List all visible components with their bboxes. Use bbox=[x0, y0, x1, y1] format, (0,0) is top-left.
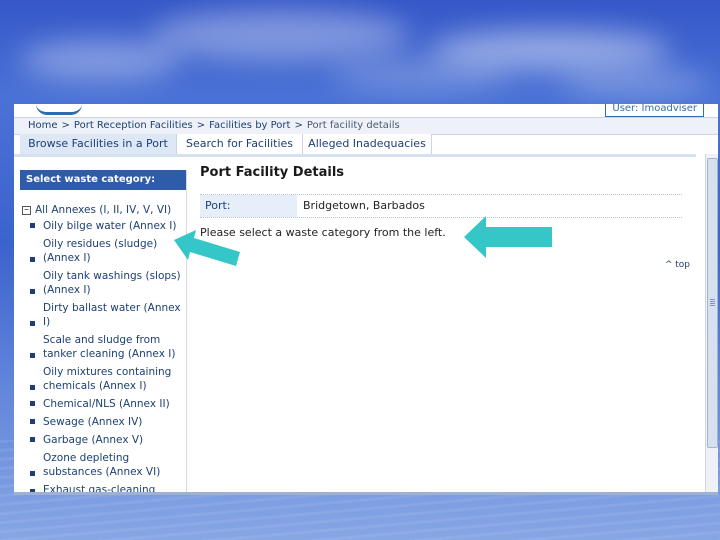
vertical-scrollbar[interactable] bbox=[705, 154, 718, 492]
bullet-icon bbox=[30, 321, 35, 326]
arrow-shape bbox=[174, 230, 240, 266]
back-to-top-link[interactable]: ^ top bbox=[665, 260, 690, 270]
category-item-scale-and-sludge[interactable]: Scale and sludge from tanker cleaning (A… bbox=[20, 333, 186, 361]
bullet-icon bbox=[30, 353, 35, 358]
sky-cloud bbox=[20, 40, 180, 80]
category-item-sewage[interactable]: Sewage (Annex IV) bbox=[20, 415, 186, 429]
instruction-text: Please select a waste category from the … bbox=[200, 226, 446, 239]
category-list: Oily bilge water (Annex I) Oily residues… bbox=[20, 219, 186, 492]
port-row: Port: Bridgetown, Barbados bbox=[200, 194, 682, 218]
sky-cloud bbox=[150, 10, 410, 60]
tab-bar: Browse Facilities in a Port Search for F… bbox=[14, 134, 696, 157]
breadcrumb-facilities-by-port[interactable]: Facilities by Port bbox=[209, 120, 290, 131]
port-value: Bridgetown, Barbados bbox=[303, 199, 425, 212]
tree-root-all-annexes[interactable]: − All Annexes (I, II, IV, V, VI) bbox=[20, 203, 186, 217]
callout-arrow-left-icon bbox=[174, 230, 240, 266]
page-title: Port Facility Details bbox=[200, 165, 345, 180]
port-label: Port: bbox=[200, 195, 297, 217]
bullet-icon bbox=[30, 289, 35, 294]
tab-alleged-inadequacies[interactable]: Alleged Inadequacies bbox=[303, 134, 432, 154]
category-item-garbage[interactable]: Garbage (Annex V) bbox=[20, 433, 186, 447]
breadcrumb-port-reception[interactable]: Port Reception Facilities bbox=[74, 120, 193, 131]
category-item-dirty-ballast-water[interactable]: Dirty ballast water (Annex I) bbox=[20, 301, 186, 329]
bullet-icon bbox=[30, 437, 35, 442]
bullet-icon bbox=[30, 401, 35, 406]
bullet-icon bbox=[30, 489, 35, 492]
scrollbar-thumb[interactable] bbox=[707, 158, 718, 448]
category-item-chemical-nls[interactable]: Chemical/NLS (Annex II) bbox=[20, 397, 186, 411]
tab-search-facilities[interactable]: Search for Facilities bbox=[177, 134, 303, 154]
category-item-oily-tank-washings[interactable]: Oily tank washings (slops) (Annex I) bbox=[20, 269, 186, 297]
waste-category-sidebar: Select waste category: − All Annexes (I,… bbox=[20, 170, 186, 492]
breadcrumb: Home > Port Reception Facilities > Facilitie… bbox=[14, 117, 718, 135]
bullet-icon bbox=[30, 471, 35, 476]
sky-cloud bbox=[330, 60, 510, 90]
bullet-icon bbox=[30, 419, 35, 424]
category-item-oily-bilge-water[interactable]: Oily bilge water (Annex I) bbox=[20, 219, 186, 233]
grip-icon bbox=[710, 299, 715, 307]
user-label: User: Imoadviser bbox=[605, 104, 704, 117]
bullet-icon bbox=[30, 223, 35, 228]
category-item-exhaust-gas-cleaning[interactable]: Exhaust gas-cleaning bbox=[20, 483, 186, 492]
category-item-oily-mixtures[interactable]: Oily mixtures containing chemicals (Anne… bbox=[20, 365, 186, 393]
collapse-toggle-icon[interactable]: − bbox=[22, 205, 31, 215]
breadcrumb-home[interactable]: Home bbox=[28, 120, 58, 131]
callout-arrow-right-icon bbox=[464, 216, 552, 258]
tree-root-label: All Annexes (I, II, IV, V, VI) bbox=[35, 204, 172, 216]
logo-icon bbox=[36, 104, 82, 115]
breadcrumb-current: Port facility details bbox=[306, 120, 400, 131]
category-item-ozone-depleting[interactable]: Ozone depleting substances (Annex VI) bbox=[20, 451, 186, 479]
category-item-oily-residues[interactable]: Oily residues (sludge) (Annex I) bbox=[20, 237, 186, 265]
main-content: Port Facility Details Port: Bridgetown, … bbox=[200, 164, 690, 270]
sidebar-header: Select waste category: bbox=[20, 170, 186, 190]
browser-screenshot: User: Imoadviser Home > Port Reception Fac… bbox=[14, 104, 718, 495]
tab-browse-facilities[interactable]: Browse Facilities in a Port bbox=[20, 134, 177, 154]
bullet-icon bbox=[30, 385, 35, 390]
bullet-icon bbox=[30, 257, 35, 262]
arrow-shape bbox=[464, 216, 552, 258]
sky-cloud bbox=[560, 70, 710, 95]
